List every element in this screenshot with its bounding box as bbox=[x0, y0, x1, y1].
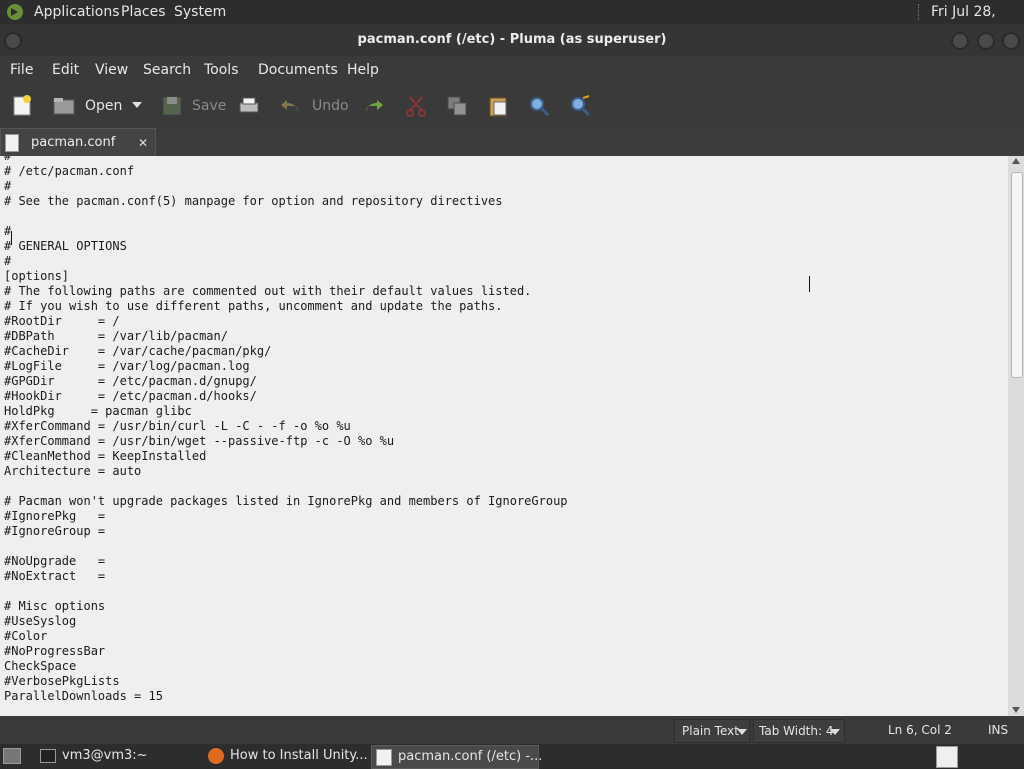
close-window-button[interactable] bbox=[1002, 32, 1020, 50]
cut-icon[interactable] bbox=[404, 94, 428, 118]
firefox-icon bbox=[208, 748, 224, 764]
find-replace-icon[interactable] bbox=[568, 94, 592, 118]
applications-menu[interactable]: Applications bbox=[34, 0, 120, 24]
scroll-down-arrow-icon[interactable] bbox=[1012, 707, 1020, 713]
clock[interactable]: Fri Jul 28, 17:25 bbox=[931, 0, 1024, 44]
tab-label: pacman.conf bbox=[31, 135, 116, 150]
tab-pacman-conf[interactable]: pacman.conf ✕ bbox=[0, 128, 156, 157]
taskbar-item-terminal[interactable]: vm3@vm3:~ bbox=[34, 745, 194, 767]
new-document-icon[interactable] bbox=[10, 94, 34, 118]
print-icon[interactable] bbox=[237, 94, 261, 118]
menu-edit[interactable]: Edit bbox=[52, 56, 79, 84]
save-icon[interactable] bbox=[160, 94, 184, 118]
taskbar-item-firefox[interactable]: How to Install Unity... bbox=[202, 745, 368, 767]
top-panel: Applications Places System Fri Jul 28, 1… bbox=[0, 0, 1024, 44]
chevron-down-icon bbox=[830, 729, 840, 735]
chevron-down-icon bbox=[737, 729, 747, 735]
show-desktop-icon[interactable] bbox=[3, 748, 21, 764]
scroll-up-arrow-icon[interactable] bbox=[1012, 158, 1020, 164]
panel-separator bbox=[918, 4, 921, 20]
window-titlebar[interactable]: pacman.conf (/etc) - Pluma (as superuser… bbox=[0, 24, 1024, 56]
copy-icon[interactable] bbox=[445, 94, 469, 118]
language-label: Plain Text bbox=[682, 724, 739, 738]
maximize-button[interactable] bbox=[977, 32, 995, 50]
scrollbar-thumb[interactable] bbox=[1011, 172, 1023, 378]
taskbar-item-label: pacman.conf (/etc) -... bbox=[398, 749, 543, 764]
language-selector[interactable]: Plain Text bbox=[674, 719, 750, 743]
text-editor-launcher-icon[interactable] bbox=[936, 746, 958, 768]
minimize-button[interactable] bbox=[951, 32, 969, 50]
toolbar: Open Save Undo bbox=[0, 84, 1024, 129]
tab-width-selector[interactable]: Tab Width: 4 bbox=[753, 719, 845, 743]
distro-logo-icon[interactable] bbox=[6, 3, 24, 21]
taskbar-item-pluma[interactable]: pacman.conf (/etc) -... bbox=[371, 745, 543, 769]
text-editor[interactable]: # # /etc/pacman.conf # # See the pacman.… bbox=[0, 156, 1008, 716]
statusbar: Plain Text Tab Width: 4 Ln 6, Col 2 INS bbox=[0, 716, 1024, 744]
tab-close-icon[interactable]: ✕ bbox=[138, 129, 148, 157]
menu-documents[interactable]: Documents bbox=[258, 56, 338, 84]
menu-help[interactable]: Help bbox=[347, 56, 379, 84]
taskbar-item-label: How to Install Unity... bbox=[230, 748, 368, 763]
menu-search[interactable]: Search bbox=[143, 56, 191, 84]
menubar: File Edit View Search Tools Documents He… bbox=[0, 56, 1024, 84]
menu-tools[interactable]: Tools bbox=[204, 56, 239, 84]
save-button[interactable]: Save bbox=[192, 84, 226, 128]
taskbar-item-label: vm3@vm3:~ bbox=[62, 748, 148, 763]
insert-mode: INS bbox=[988, 723, 1009, 737]
undo-button[interactable]: Undo bbox=[312, 84, 349, 128]
paste-icon[interactable] bbox=[486, 94, 510, 118]
window-menu-button[interactable] bbox=[4, 32, 22, 50]
find-icon[interactable] bbox=[527, 94, 551, 118]
window-title: pacman.conf (/etc) - Pluma (as superuser… bbox=[357, 32, 667, 47]
open-icon[interactable] bbox=[52, 94, 76, 118]
menu-file[interactable]: File bbox=[10, 56, 33, 84]
taskbar: vm3@vm3:~ How to Install Unity... pacman… bbox=[0, 744, 1024, 769]
menu-view[interactable]: View bbox=[95, 56, 128, 84]
undo-icon[interactable] bbox=[278, 94, 302, 118]
open-dropdown-arrow-icon[interactable] bbox=[132, 102, 142, 108]
places-menu[interactable]: Places bbox=[121, 0, 166, 24]
redo-icon[interactable] bbox=[362, 94, 386, 118]
pluma-icon bbox=[376, 749, 392, 766]
editor-text[interactable]: # # /etc/pacman.conf # # See the pacman.… bbox=[0, 156, 568, 704]
document-icon bbox=[5, 134, 19, 152]
system-menu[interactable]: System bbox=[174, 0, 226, 24]
terminal-icon bbox=[40, 749, 56, 763]
mouse-ibeam-cursor bbox=[809, 276, 812, 292]
text-cursor bbox=[11, 231, 12, 245]
cursor-position: Ln 6, Col 2 bbox=[888, 723, 952, 737]
open-button[interactable]: Open bbox=[85, 84, 122, 128]
tab-width-label: Tab Width: 4 bbox=[759, 724, 834, 738]
